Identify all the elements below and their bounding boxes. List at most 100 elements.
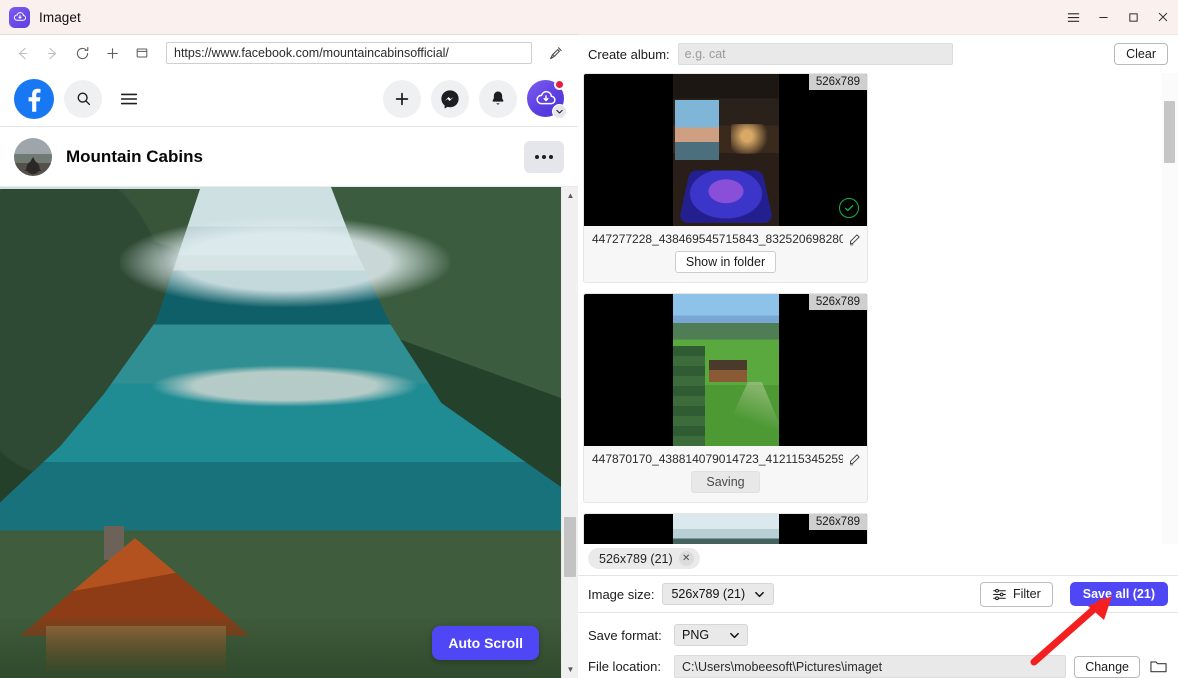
size-filter-chip[interactable]: 526x789 (21) ✕ bbox=[588, 548, 700, 569]
more-options-icon bbox=[535, 155, 539, 159]
maximize-icon bbox=[1127, 11, 1140, 24]
app-title: Imaget bbox=[39, 10, 81, 25]
main-body: https://www.facebook.com/mountaincabinso… bbox=[0, 34, 1178, 678]
clear-button[interactable]: Clear bbox=[1114, 43, 1168, 65]
facebook-search-button[interactable] bbox=[64, 80, 102, 118]
reload-button[interactable] bbox=[68, 39, 96, 67]
browser-toolbar: https://www.facebook.com/mountaincabinso… bbox=[0, 35, 578, 71]
forward-button[interactable] bbox=[38, 39, 66, 67]
browser-window-button[interactable] bbox=[128, 39, 156, 67]
embedded-browser: https://www.facebook.com/mountaincabinso… bbox=[0, 34, 578, 678]
filename-text: 447277228_438469545715843_832520698280( bbox=[592, 232, 843, 246]
image-size-label: Image size: bbox=[588, 587, 654, 602]
back-button[interactable] bbox=[8, 39, 36, 67]
scrollbar-thumb[interactable] bbox=[564, 517, 576, 577]
image-card[interactable]: 526x789 447870170_438814079014723_412115… bbox=[583, 293, 868, 503]
scroll-up-button[interactable]: ▲ bbox=[562, 187, 578, 204]
remove-chip-icon[interactable]: ✕ bbox=[679, 551, 694, 566]
save-settings-footer: Save format: PNG File location: C:\Users… bbox=[578, 613, 1178, 678]
image-thumbnail[interactable]: 526x789 bbox=[584, 74, 867, 226]
auto-scroll-button[interactable]: Auto Scroll bbox=[432, 626, 539, 660]
image-card[interactable]: 526x789 447883654 438986698997461 585745… bbox=[583, 513, 868, 544]
image-size-row: Image size: 526x789 (21) Filter bbox=[578, 575, 1178, 613]
save-format-select[interactable]: PNG bbox=[674, 624, 748, 646]
file-location-input[interactable]: C:\Users\mobeesoft\Pictures\imaget bbox=[674, 655, 1066, 678]
image-thumbnail[interactable]: 526x789 bbox=[584, 514, 867, 544]
page-avatar[interactable] bbox=[14, 138, 52, 176]
image-grid-wrap: 526x789 447277228_438469545715843_832520… bbox=[578, 73, 1178, 544]
minimize-button[interactable] bbox=[1088, 0, 1118, 34]
save-format-label: Save format: bbox=[588, 628, 666, 643]
image-size-value: 526x789 (21) bbox=[671, 587, 745, 601]
browser-window-icon bbox=[134, 45, 150, 61]
close-button[interactable] bbox=[1148, 0, 1178, 34]
imaget-panel: Create album: e.g. cat Clear bbox=[578, 34, 1178, 678]
file-location-value: C:\Users\mobeesoft\Pictures\imaget bbox=[682, 660, 882, 674]
facebook-messenger-button[interactable] bbox=[431, 80, 469, 118]
image-size-select[interactable]: 526x789 (21) bbox=[662, 583, 774, 605]
facebook-header-actions bbox=[383, 80, 564, 118]
broom-icon bbox=[547, 45, 564, 62]
facebook-header bbox=[0, 71, 578, 127]
back-arrow-icon bbox=[14, 45, 31, 62]
filter-button[interactable]: Filter bbox=[980, 582, 1053, 607]
close-icon bbox=[1156, 10, 1170, 24]
url-input[interactable]: https://www.facebook.com/mountaincabinso… bbox=[166, 42, 532, 64]
panel-scrollbar[interactable] bbox=[1162, 73, 1178, 544]
clean-button[interactable] bbox=[540, 39, 570, 67]
avatar-chevron[interactable] bbox=[552, 104, 567, 119]
save-all-button[interactable]: Save all (21) bbox=[1070, 582, 1168, 606]
maximize-button[interactable] bbox=[1118, 0, 1148, 34]
search-icon bbox=[75, 90, 92, 107]
filename-text: 447870170_438814079014723_412115345259 bbox=[592, 452, 843, 466]
create-album-row: Create album: e.g. cat Clear bbox=[578, 35, 1178, 73]
new-tab-button[interactable] bbox=[98, 39, 126, 67]
thumbnail-art-green bbox=[673, 294, 779, 446]
filter-button-label: Filter bbox=[1013, 587, 1041, 601]
imaget-app-window: Imaget bbox=[0, 0, 1178, 678]
facebook-create-button[interactable] bbox=[383, 80, 421, 118]
filename-row: 447870170_438814079014723_412115345259 bbox=[584, 446, 867, 468]
show-in-folder-button[interactable]: Show in folder bbox=[675, 251, 776, 273]
size-filter-chip-label: 526x789 (21) bbox=[599, 552, 673, 566]
more-options-button[interactable] bbox=[524, 141, 564, 173]
avatar[interactable] bbox=[527, 80, 564, 117]
save-format-value: PNG bbox=[682, 628, 709, 642]
facebook-logo-icon[interactable] bbox=[14, 79, 54, 119]
facebook-f-glyph bbox=[17, 82, 51, 116]
create-album-input[interactable]: e.g. cat bbox=[678, 43, 953, 65]
image-thumbnail[interactable]: 526x789 bbox=[584, 294, 867, 446]
image-grid: 526x789 447277228_438469545715843_832520… bbox=[578, 73, 1162, 544]
facebook-menu-button[interactable] bbox=[110, 80, 148, 118]
thumbnail-art-lake bbox=[673, 514, 779, 544]
pencil-icon[interactable] bbox=[848, 233, 861, 246]
facebook-notifications-button[interactable] bbox=[479, 80, 517, 118]
card-action-row: Saving bbox=[584, 468, 867, 502]
selected-check-icon[interactable] bbox=[839, 198, 859, 218]
app-logo bbox=[9, 7, 30, 28]
panel-scrollbar-thumb[interactable] bbox=[1164, 101, 1175, 163]
menu-button[interactable] bbox=[1058, 0, 1088, 34]
scroll-down-button[interactable]: ▼ bbox=[562, 661, 578, 678]
menu-icon bbox=[1066, 10, 1081, 25]
forward-arrow-icon bbox=[44, 45, 61, 62]
post-photo[interactable]: Auto Scroll bbox=[0, 187, 561, 678]
file-location-row: File location: C:\Users\mobeesoft\Pictur… bbox=[588, 655, 1168, 678]
notification-badge bbox=[554, 79, 565, 90]
thumbnail-art-pool bbox=[673, 74, 779, 226]
open-folder-button[interactable] bbox=[1148, 658, 1168, 675]
title-bar: Imaget bbox=[0, 0, 1178, 34]
image-card[interactable]: 526x789 447277228_438469545715843_832520… bbox=[583, 73, 868, 283]
card-action-row: Show in folder bbox=[584, 248, 867, 282]
size-badge: 526x789 bbox=[809, 294, 867, 310]
plus-icon bbox=[104, 45, 121, 62]
filename-row: 447277228_438469545715843_832520698280( bbox=[584, 226, 867, 248]
pencil-icon[interactable] bbox=[848, 453, 861, 466]
cloud-download-icon bbox=[13, 10, 27, 24]
chevron-down-icon bbox=[729, 630, 740, 641]
reload-icon bbox=[74, 45, 91, 62]
change-location-button[interactable]: Change bbox=[1074, 656, 1140, 678]
folder-icon bbox=[1149, 658, 1168, 675]
browser-scrollbar[interactable]: ▲ ▼ bbox=[561, 187, 578, 678]
page-title: Mountain Cabins bbox=[66, 147, 203, 167]
